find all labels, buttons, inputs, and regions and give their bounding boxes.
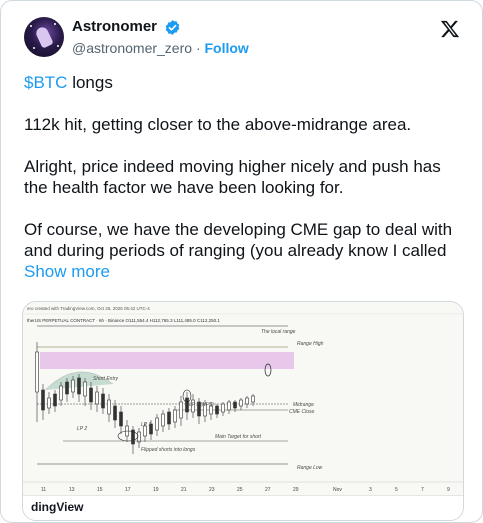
x-tick-10: Nov [333,487,342,493]
above-midrange-zone [40,352,294,369]
separator: · [195,40,201,56]
chart-image[interactable]: ero created with TradingView.com, Oct 26… [22,301,464,521]
tweet-paragraph-3: Alright, price indeed moving higher nice… [24,157,441,197]
handle[interactable]: @astronomer_zero [72,40,192,56]
x-tick-2: 15 [97,487,103,493]
x-tick-0: 11 [41,487,46,493]
x-tick-6: 23 [209,487,215,493]
author-block: Astronomer @astronomer_zero · Follow [72,17,249,58]
range-high-label: Range High [297,341,324,347]
show-more-link[interactable]: Show more [24,262,110,281]
tweet-card: Astronomer @astronomer_zero · Follow $BT… [0,0,483,523]
x-logo-icon[interactable] [440,19,460,39]
lp1-label: LP 1 [141,422,151,428]
tweet-paragraph-4-text: Of course, we have the developing CME ga… [24,220,453,260]
local-range-label: The local range [261,329,296,335]
x-tick-11: 3 [369,487,372,493]
tweet-paragraph-4: Of course, we have the developing CME ga… [24,219,469,282]
x-tick-8: 27 [265,487,271,493]
tradingview-footer: dingView [23,495,463,520]
midrange-label: Midrange [293,402,314,408]
lp3-label: LP 3 (NFS) [189,402,214,408]
follow-button[interactable]: Follow [205,40,249,56]
x-tick-13: 7 [421,487,424,493]
tweet-header: Astronomer @astronomer_zero · Follow [24,15,464,63]
x-tick-1: 13 [69,487,75,493]
chart-header-line: ero created with TradingView.com, Oct 26… [27,306,150,311]
chart-symbol-line: therUS PERPETUAL CONTRACT · 6h · Binance… [27,318,220,323]
cme-close-label: CME Close [289,409,315,415]
x-tick-14: 9 [447,487,450,493]
x-tick-4: 19 [153,487,159,493]
range-low-label: Range Low [297,465,323,471]
tradingview-watermark: dingView [31,500,84,514]
x-tick-5: 21 [181,487,187,493]
verified-badge-icon [166,19,180,35]
x-tick-7: 25 [237,487,243,493]
display-name[interactable]: Astronomer [72,17,157,37]
tweet-body: $BTC longs 112k hit, getting closer to t… [24,72,469,303]
cashtag-link[interactable]: $BTC [24,73,67,92]
x-tick-9: 29 [293,487,299,493]
lp2-label: LP 2 [77,426,87,432]
tweet-line-1-text: longs [67,73,113,92]
tweet-line-1: $BTC longs [24,72,469,93]
x-tick-3: 17 [125,487,131,493]
tradingview-chart: ero created with TradingView.com, Oct 26… [23,302,463,520]
avatar[interactable] [24,17,64,57]
flipped-label: Flipped shorts into longs [141,447,196,453]
main-target-label: Main Target for short [215,434,262,440]
short-entry-label: Short Entry [93,376,119,382]
tweet-paragraph-2: 112k hit, getting closer to the above-mi… [24,115,412,134]
x-tick-12: 5 [395,487,398,493]
